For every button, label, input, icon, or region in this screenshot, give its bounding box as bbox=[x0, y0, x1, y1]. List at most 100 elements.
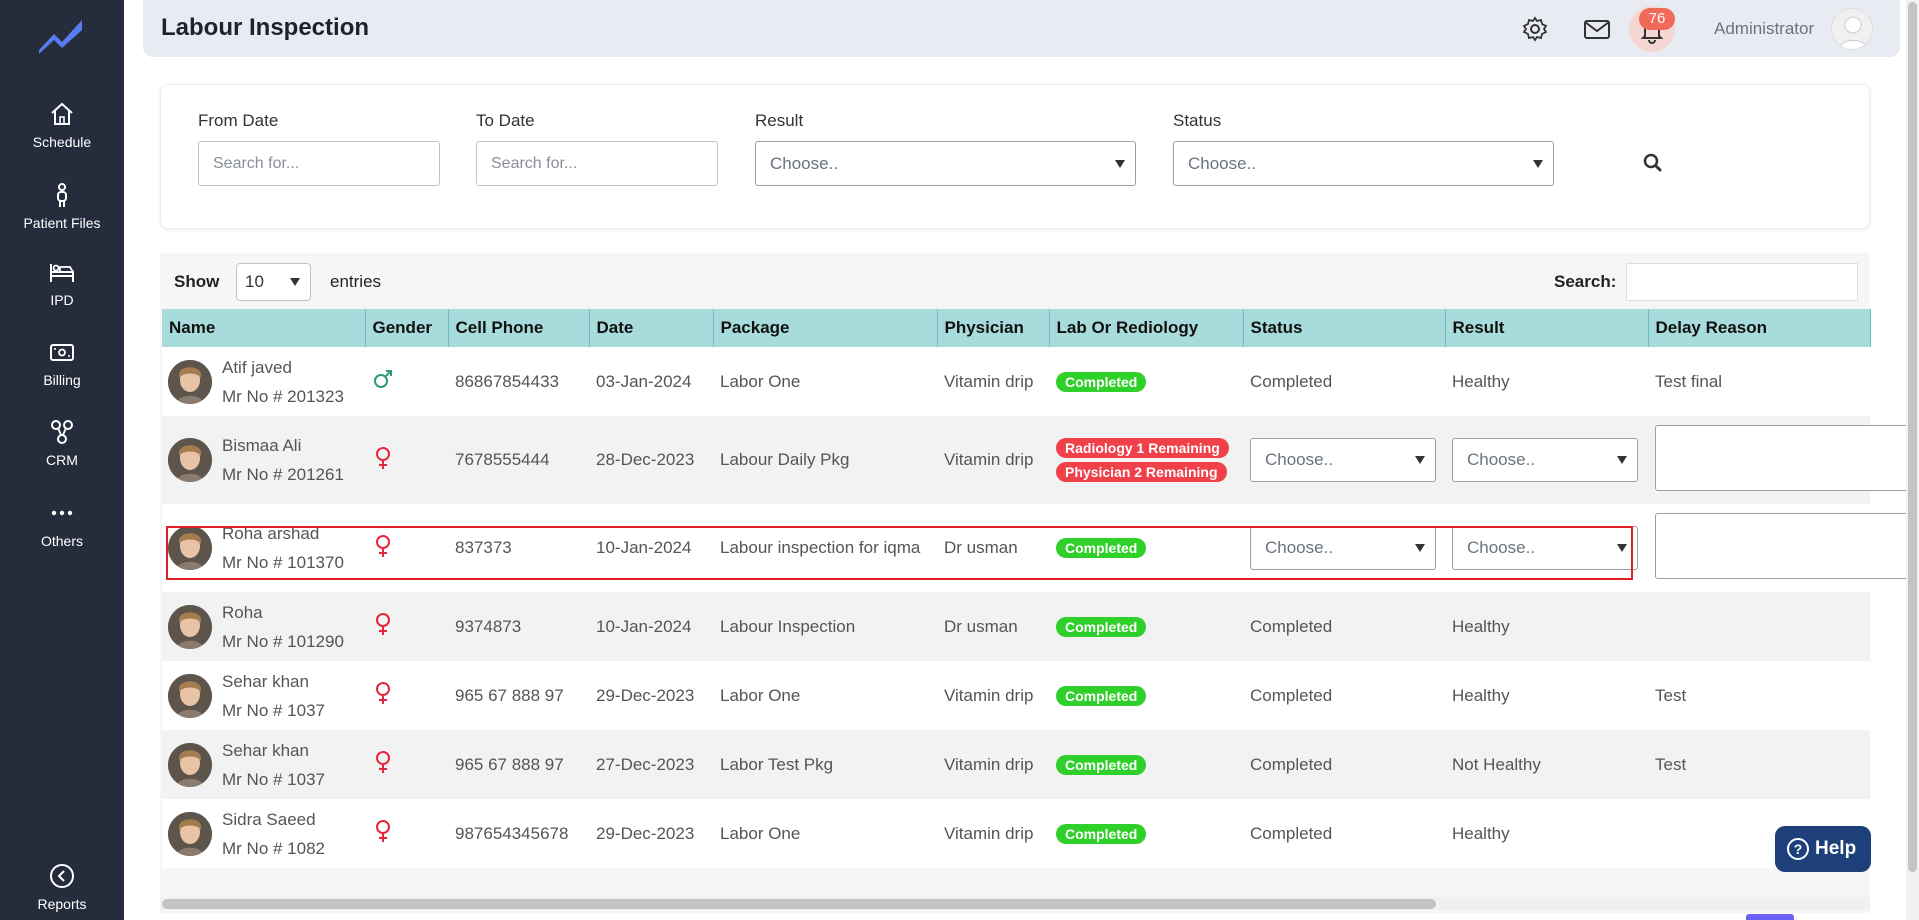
patient-name-link[interactable]: Bismaa Ali bbox=[222, 431, 358, 460]
entries-value: 10 bbox=[245, 272, 264, 291]
delay-reason-cell bbox=[1648, 416, 1915, 504]
sidebar-item-crm[interactable]: CRM bbox=[0, 418, 124, 468]
lab-status-badge: Completed bbox=[1056, 754, 1147, 775]
sidebar-item-ipd[interactable]: IPD bbox=[0, 258, 124, 308]
sidebar-item-label: Billing bbox=[43, 372, 81, 388]
column-header-delay-reason[interactable]: Delay Reason bbox=[1648, 309, 1871, 347]
more-icon bbox=[51, 510, 73, 516]
user-avatar[interactable] bbox=[1831, 8, 1873, 50]
question-circle-icon: ? bbox=[1787, 838, 1809, 860]
date-cell: 10-Jan-2024 bbox=[589, 504, 713, 592]
sidebar-item-reports[interactable]: Reports bbox=[0, 862, 124, 912]
from-date-input[interactable] bbox=[198, 141, 440, 186]
table-search-input[interactable] bbox=[1626, 263, 1858, 301]
date-cell: 03-Jan-2024 bbox=[589, 347, 713, 416]
result-filter-select[interactable]: Choose.. bbox=[755, 141, 1136, 186]
status-filter-select[interactable]: Choose.. bbox=[1173, 141, 1554, 186]
lab-status-badge: Completed bbox=[1056, 371, 1147, 392]
chevron-down-icon bbox=[1617, 456, 1627, 464]
female-icon bbox=[376, 820, 390, 842]
sidebar-item-billing[interactable]: Billing bbox=[0, 338, 124, 388]
delay-reason-cell: Test bbox=[1648, 730, 1870, 799]
settings-gear-icon[interactable] bbox=[1520, 14, 1550, 44]
patient-name-link[interactable]: Roha bbox=[222, 598, 358, 627]
cell-phone-cell: 7678555444 bbox=[448, 416, 589, 504]
column-header-result[interactable]: Result bbox=[1445, 309, 1649, 347]
male-icon bbox=[374, 370, 392, 388]
to-date-input[interactable] bbox=[476, 141, 718, 186]
horizontal-scrollbar-thumb[interactable] bbox=[162, 899, 1436, 909]
delay-reason-cell bbox=[1648, 504, 1915, 592]
cell-phone-cell: 987654345678 bbox=[448, 799, 589, 868]
female-icon bbox=[376, 682, 390, 704]
name-cell: Sidra Saeed Mr No # 1082 bbox=[162, 799, 365, 868]
package-cell: Labor One bbox=[713, 347, 937, 416]
mail-icon[interactable] bbox=[1582, 14, 1612, 44]
result-cell: Choose.. bbox=[1445, 504, 1648, 592]
status-cell: Choose.. bbox=[1243, 504, 1445, 592]
table-search-label: Search: bbox=[1554, 272, 1617, 291]
patient-name-link[interactable]: Sidra Saeed bbox=[222, 805, 358, 834]
table-panel: Show 10 entries Search: Name Gender Cell… bbox=[160, 253, 1915, 913]
sidebar-item-patient-files[interactable]: Patient Files bbox=[0, 181, 124, 231]
female-icon bbox=[376, 446, 390, 469]
help-button[interactable]: ? Help bbox=[1775, 826, 1871, 872]
date-cell: 28-Dec-2023 bbox=[589, 416, 713, 504]
chevron-down-icon bbox=[1533, 160, 1543, 168]
lab-status-cell: Radiology 1 Remaining Physician 2 Remaini… bbox=[1049, 416, 1243, 504]
column-header-lab-or-radiology[interactable]: Lab Or Rediology bbox=[1049, 309, 1244, 347]
patient-name-link[interactable]: Roha arshad bbox=[222, 519, 358, 548]
crm-icon bbox=[51, 420, 73, 444]
row-result-value: Choose.. bbox=[1467, 538, 1536, 557]
sidebar-item-label: Others bbox=[40, 533, 83, 549]
package-cell: Labor One bbox=[713, 661, 937, 730]
to-date-label: To Date bbox=[476, 111, 535, 130]
vertical-scrollbar-thumb[interactable] bbox=[1908, 2, 1917, 872]
pagination-button[interactable] bbox=[1746, 914, 1794, 920]
patient-name-link[interactable]: Atif javed bbox=[222, 353, 358, 382]
result-filter-label: Result bbox=[755, 111, 804, 130]
user-name[interactable]: Administrator bbox=[1714, 19, 1814, 39]
app-logo[interactable] bbox=[36, 14, 86, 54]
lab-status-cell: Completed bbox=[1049, 592, 1243, 661]
female-icon bbox=[376, 534, 390, 557]
delay-reason-cell bbox=[1648, 592, 1870, 661]
sidebar-item-schedule[interactable]: Schedule bbox=[0, 100, 124, 150]
result-cell: Healthy bbox=[1445, 347, 1648, 416]
column-header-date[interactable]: Date bbox=[589, 309, 714, 347]
date-cell: 29-Dec-2023 bbox=[589, 799, 713, 868]
delay-reason-input[interactable] bbox=[1655, 424, 1915, 491]
row-result-select[interactable]: Choose.. bbox=[1452, 438, 1638, 482]
column-header-physician[interactable]: Physician bbox=[937, 309, 1050, 347]
column-header-name[interactable]: Name bbox=[162, 309, 366, 347]
patient-name-link[interactable]: Sehar khan bbox=[222, 736, 358, 765]
row-status-select[interactable]: Choose.. bbox=[1250, 438, 1436, 482]
patient-avatar bbox=[168, 673, 212, 718]
search-icon[interactable] bbox=[1633, 145, 1673, 181]
notification-count-badge: 76 bbox=[1639, 8, 1675, 30]
lab-status-badge: Physician 2 Remaining bbox=[1056, 462, 1227, 482]
column-header-package[interactable]: Package bbox=[713, 309, 938, 347]
column-header-cell-phone[interactable]: Cell Phone bbox=[448, 309, 590, 347]
sidebar-item-label: CRM bbox=[46, 452, 78, 468]
cell-phone-cell: 9374873 bbox=[448, 592, 589, 661]
sidebar-item-label: IPD bbox=[50, 292, 74, 308]
delay-reason-input[interactable] bbox=[1655, 512, 1915, 579]
row-status-select[interactable]: Choose.. bbox=[1250, 526, 1436, 570]
gender-cell bbox=[365, 730, 448, 799]
patient-mr-number: Mr No # 1037 bbox=[222, 700, 325, 720]
column-header-status[interactable]: Status bbox=[1243, 309, 1446, 347]
entries-label: entries bbox=[330, 272, 382, 291]
sidebar-item-others[interactable]: Others bbox=[0, 499, 124, 549]
result-cell: Healthy bbox=[1445, 661, 1648, 730]
table-row: Sehar khan Mr No # 1037 965 67 888 97 29-De… bbox=[162, 661, 1870, 730]
date-cell: 10-Jan-2024 bbox=[589, 592, 713, 661]
column-header-gender[interactable]: Gender bbox=[365, 309, 449, 347]
status-filter-label: Status bbox=[1173, 111, 1222, 130]
row-result-select[interactable]: Choose.. bbox=[1452, 526, 1638, 570]
patient-name-link[interactable]: Sehar khan bbox=[222, 667, 358, 696]
lab-status-badge: Radiology 1 Remaining bbox=[1056, 438, 1229, 458]
entries-per-page-select[interactable]: 10 bbox=[236, 263, 311, 301]
patient-avatar bbox=[168, 604, 212, 649]
patient-mr-number: Mr No # 101370 bbox=[222, 553, 344, 572]
